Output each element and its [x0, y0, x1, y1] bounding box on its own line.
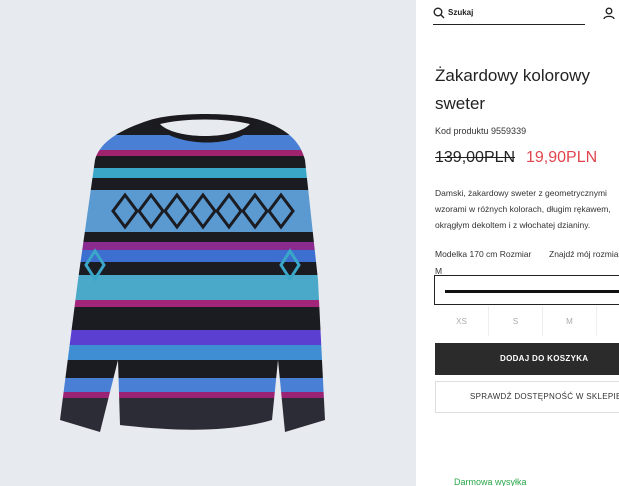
product-image[interactable] — [0, 0, 416, 486]
search-input[interactable] — [448, 8, 578, 17]
search-icon[interactable] — [433, 7, 445, 19]
model-info: Modelka 170 cm Rozmiar — [435, 249, 532, 259]
sweater-photo — [60, 114, 325, 432]
add-to-cart-button[interactable]: DODAJ DO KOSZYKA — [435, 343, 619, 375]
user-icon[interactable] — [603, 7, 615, 20]
size-selector-bar — [445, 290, 619, 293]
search-bar — [433, 6, 585, 25]
size-option-xs[interactable]: XS — [435, 306, 489, 336]
sale-price: 19,90PLN — [526, 149, 598, 166]
size-option-l[interactable]: L — [597, 306, 619, 336]
shipping-info: Darmowa wysyłka — [454, 477, 527, 486]
product-description: Damski, żakardowy sweter z geometrycznym… — [435, 188, 611, 230]
product-code: Kod produktu 9559339 — [435, 126, 527, 136]
product-panel: Żakardowy kolorowy sweter Kod produktu 9… — [416, 0, 619, 486]
old-price: 139,00PLN — [435, 149, 516, 166]
size-option-s[interactable]: S — [489, 306, 543, 336]
find-size-link[interactable]: Znajdź mój rozmiar — [549, 249, 619, 259]
size-option-m[interactable]: M — [543, 306, 597, 336]
check-store-button[interactable]: SPRAWDŹ DOSTĘPNOŚĆ W SKLEPIE — [435, 381, 619, 413]
product-title: Żakardowy kolorowy sweter — [435, 66, 590, 113]
size-selector[interactable] — [434, 275, 619, 305]
